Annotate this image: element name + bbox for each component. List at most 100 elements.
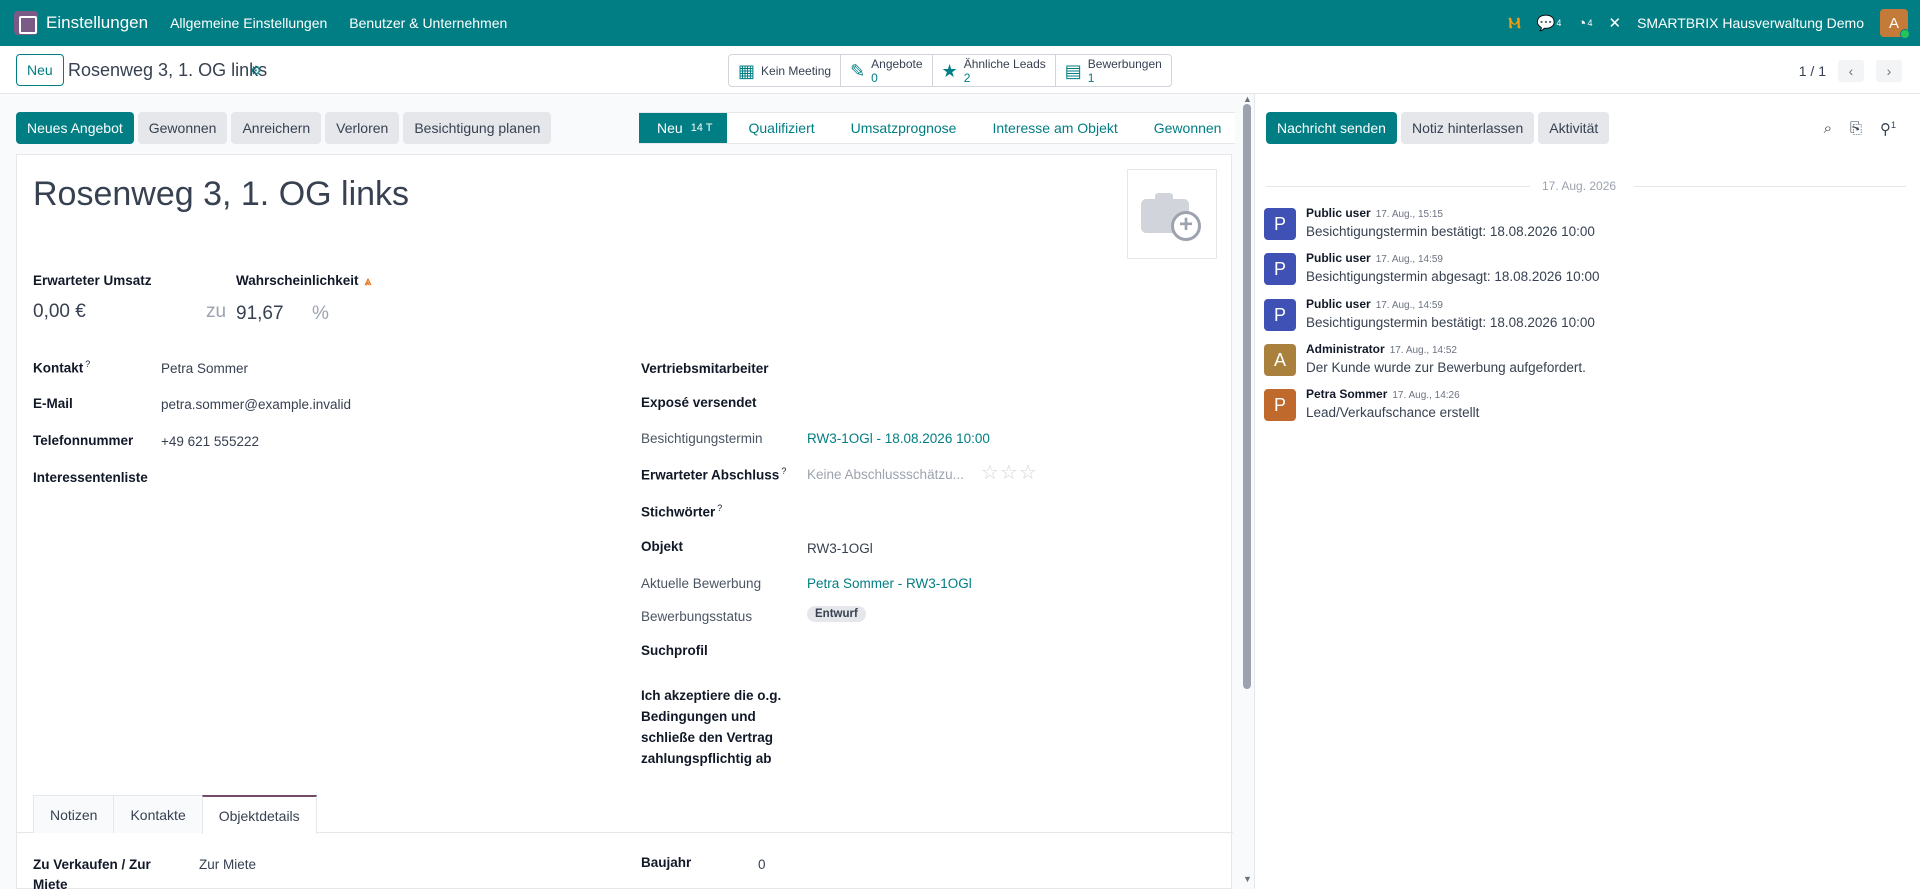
record-title[interactable]: Rosenweg 3, 1. OG links — [33, 175, 409, 214]
top-navbar: Einstellungen Allgemeine Einstellungen B… — [0, 0, 1920, 46]
email-label: E-Mail — [33, 396, 73, 411]
gear-icon[interactable]: ⚙ — [250, 63, 262, 79]
image-upload[interactable]: + — [1127, 169, 1217, 259]
breadcrumb-record-name: Rosenweg 3, 1. OG links — [68, 60, 268, 80]
sale-rent-label: Zu Verkaufen / Zur Miete — [33, 857, 151, 892]
app-name[interactable]: Einstellungen — [46, 13, 148, 33]
company-switcher[interactable]: SMARTBRIX Hausverwaltung Demo — [1637, 15, 1864, 31]
scroll-down-icon[interactable]: ▼ — [1243, 874, 1252, 884]
avatar[interactable]: P — [1264, 389, 1296, 421]
closing-date-field[interactable]: Keine Abschlussschätzu... — [807, 467, 964, 482]
user-avatar[interactable]: A — [1880, 9, 1910, 39]
smart-buttons: ▦ Kein Meeting ✎ Angebote 0 ★ Ähnliche L… — [728, 54, 1172, 87]
stage-won[interactable]: Gewonnen — [1131, 112, 1236, 144]
form-scrollbar[interactable] — [1243, 104, 1251, 689]
message-author[interactable]: Public user — [1306, 251, 1371, 265]
chatter-message: P Public user 17. Aug., 14:59 Besichtigun… — [1264, 251, 1904, 295]
message-author[interactable]: Petra Sommer — [1306, 387, 1387, 401]
scroll-up-icon[interactable]: ▲ — [1243, 94, 1252, 104]
app-menu-icon[interactable] — [14, 11, 38, 35]
expose-label: Exposé versendet — [641, 395, 757, 410]
menu-general-settings[interactable]: Allgemeine Einstellungen — [170, 15, 327, 31]
activity-button[interactable]: Aktivität — [1538, 112, 1610, 144]
star-icon: ★ — [941, 60, 958, 81]
contact-field[interactable]: Petra Sommer — [161, 361, 248, 376]
tab-object-details[interactable]: Objektdetails — [201, 795, 317, 834]
attachment-icon[interactable]: ⎘ — [1850, 120, 1862, 138]
ai-icon[interactable]: ⩓ — [365, 274, 372, 288]
avatar[interactable]: P — [1264, 208, 1296, 240]
menu-users-companies[interactable]: Benutzer & Unternehmen — [349, 15, 507, 31]
debug-tools-icon[interactable]: ✕ — [1608, 14, 1621, 32]
percent-sign: % — [312, 303, 329, 324]
stage-forecast[interactable]: Umsatzprognose — [828, 112, 971, 144]
message-body: Besichtigungstermin bestätigt: 18.08.202… — [1306, 224, 1595, 239]
pager-next-icon[interactable]: › — [1876, 60, 1902, 82]
tab-notes[interactable]: Notizen — [33, 795, 115, 833]
pager: 1 / 1 ‹ › — [1799, 60, 1902, 82]
object-field[interactable]: RW3-1OGl — [807, 541, 873, 556]
message-body: Besichtigungstermin bestätigt: 18.08.202… — [1306, 315, 1595, 330]
pager-value[interactable]: 1 / 1 — [1799, 63, 1826, 79]
form-sheet: Rosenweg 3, 1. OG links + Erwarteter Ums… — [16, 154, 1233, 892]
stage-days: 14 T — [690, 122, 713, 134]
new-record-button[interactable]: Neu — [16, 54, 64, 86]
application-status-label: Bewerbungsstatus — [641, 609, 753, 624]
new-offer-button[interactable]: Neues Angebot — [16, 112, 134, 144]
plan-viewing-button[interactable]: Besichtigung planen — [403, 112, 552, 144]
contact-label: Kontakt? — [33, 359, 91, 376]
edit-icon: ✎ — [850, 60, 866, 81]
stage-interest[interactable]: Interesse am Objekt — [970, 112, 1132, 144]
message-time: 17. Aug., 15:15 — [1375, 209, 1443, 220]
viewing-field[interactable]: RW3-1OGl - 18.08.2026 10:00 — [807, 431, 990, 446]
viewing-label: Besichtigungstermin — [641, 431, 763, 446]
email-field[interactable]: petra.sommer@example.invalid — [161, 397, 351, 412]
messages-icon[interactable]: 💬 4 — [1537, 14, 1562, 32]
search-icon[interactable]: ⌕ — [1824, 120, 1832, 138]
avatar[interactable]: P — [1264, 299, 1296, 331]
expected-revenue-label: Erwarteter Umsatz — [33, 273, 152, 288]
activities-icon[interactable]: ◔ 4 — [1577, 15, 1592, 32]
sale-rent-field[interactable]: Zur Miete — [199, 857, 256, 872]
object-label: Objekt — [641, 539, 684, 554]
notebook-tabs: Notizen Kontakte Objektdetails — [33, 795, 317, 834]
probability-label: Wahrscheinlichkeit ⩓ — [236, 273, 372, 288]
offers-smart-button[interactable]: ✎ Angebote 0 — [841, 55, 933, 86]
enrich-button[interactable]: Anreichern — [231, 112, 322, 144]
priority-stars-icon[interactable]: ☆☆☆ — [981, 460, 1038, 485]
send-message-button[interactable]: Nachricht senden — [1266, 112, 1397, 144]
avatar[interactable]: P — [1264, 253, 1296, 285]
lost-button[interactable]: Verloren — [325, 112, 400, 144]
similar-leads-smart-button[interactable]: ★ Ähnliche Leads 2 — [933, 55, 1056, 86]
action-buttons: Neues Angebot Gewonnen Anreichern Verlor… — [16, 112, 552, 144]
avatar[interactable]: A — [1264, 344, 1296, 376]
message-time: 17. Aug., 14:59 — [1375, 254, 1443, 265]
chatter-panel: Nachricht senden Notiz hinterlassen Akti… — [1256, 94, 1920, 889]
year-built-field[interactable]: 0 — [758, 857, 766, 872]
won-button[interactable]: Gewonnen — [137, 112, 228, 144]
applications-smart-button[interactable]: ▤ Bewerbungen 1 — [1056, 55, 1171, 86]
message-author[interactable]: Public user — [1306, 297, 1371, 311]
meeting-smart-button[interactable]: ▦ Kein Meeting — [729, 55, 842, 86]
application-field[interactable]: Petra Sommer - RW3-1OGl — [807, 576, 972, 591]
navbar-systray: Ⲙ 💬 4 ◔ 4 ✕ SMARTBRIX Hausverwaltung Demo … — [1508, 0, 1910, 46]
stage-new[interactable]: Neu 14 T — [639, 112, 727, 144]
status-badge: Entwurf — [807, 606, 866, 622]
message-time: 17. Aug., 14:59 — [1375, 300, 1443, 311]
interest-list-label: Interessentenliste — [33, 470, 148, 485]
log-note-button[interactable]: Notiz hinterlassen — [1400, 112, 1535, 144]
followers-icon[interactable]: ⚲1 — [1880, 120, 1896, 138]
stage-qualified[interactable]: Qualifiziert — [726, 112, 829, 144]
chatter-message: A Administrator 17. Aug., 14:52 Der Kunde… — [1264, 342, 1904, 386]
pager-previous-icon[interactable]: ‹ — [1838, 60, 1864, 82]
ai-icon[interactable]: Ⲙ — [1508, 15, 1520, 32]
message-author[interactable]: Public user — [1306, 206, 1371, 220]
phone-field[interactable]: +49 621 555222 — [161, 434, 259, 449]
probability-value[interactable]: 91,67 — [236, 303, 284, 325]
message-author[interactable]: Administrator — [1306, 342, 1385, 356]
year-built-label: Baujahr — [641, 855, 692, 870]
expected-revenue-value[interactable]: 0,00 € — [33, 301, 86, 323]
message-body: Der Kunde wurde zur Bewerbung aufgeforde… — [1306, 360, 1586, 375]
document-icon: ▤ — [1064, 60, 1082, 81]
tab-contacts[interactable]: Kontakte — [113, 795, 203, 833]
